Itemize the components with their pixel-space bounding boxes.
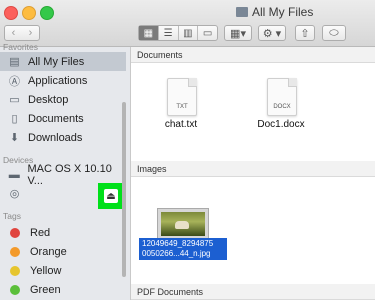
group-header-documents: Documents xyxy=(131,47,375,63)
image-preview xyxy=(161,212,205,236)
finder-window: All My Files ‹ › ▦ ☰ ▥ ▭ ▦ ▾ ⚙ ▾ ⇧ ⬭ Favo… xyxy=(0,0,375,300)
icon-view-button[interactable]: ▦ xyxy=(139,26,159,40)
close-window-button[interactable] xyxy=(4,6,18,20)
group-header-images: Images xyxy=(131,161,375,177)
red-tag-dot xyxy=(10,227,20,238)
forward-button[interactable]: › xyxy=(22,27,39,39)
sidebar-item-downloads[interactable]: ⬇ Downloads xyxy=(0,128,126,147)
sidebar-item-desktop[interactable]: ▭ Desktop xyxy=(0,90,126,109)
all-files-icon: ▤ xyxy=(9,56,20,68)
tag-icon: ⬭ xyxy=(329,26,339,39)
share-icon: ⇧ xyxy=(300,27,310,40)
favorites-header: Favorites xyxy=(3,42,38,52)
sidebar-item-tag-orange[interactable]: Orange xyxy=(0,242,126,261)
docx-file-icon[interactable]: DOCX xyxy=(267,78,297,116)
all-files-icon xyxy=(236,7,248,17)
optical-disc-icon: ◎ xyxy=(9,188,20,200)
column-view-button[interactable]: ▥ xyxy=(179,26,199,40)
sidebar-item-disc[interactable]: ◎ xyxy=(0,184,90,203)
sidebar-item-tag-yellow[interactable]: Yellow xyxy=(0,261,126,280)
minimize-window-button[interactable] xyxy=(22,6,36,20)
orange-tag-dot xyxy=(10,246,20,257)
back-button[interactable]: ‹ xyxy=(5,27,22,39)
group-header-pdf: PDF Documents xyxy=(131,284,375,300)
hard-drive-icon: ▬ xyxy=(8,168,20,181)
toolbar: All My Files ‹ › ▦ ☰ ▥ ▭ ▦ ▾ ⚙ ▾ ⇧ ⬭ xyxy=(0,0,375,47)
file-name-doc1[interactable]: Doc1.docx xyxy=(241,119,321,130)
sidebar-item-applications[interactable]: Ⓐ Applications xyxy=(0,71,126,90)
eject-icon: ⏏ xyxy=(104,189,118,203)
gear-icon: ⚙ ▾ xyxy=(262,27,282,40)
sidebar: Favorites ▤ All My Files Ⓐ Applications … xyxy=(0,42,131,300)
sidebar-item-tag-red[interactable]: Red xyxy=(0,223,126,242)
sidebar-item-mac-drive[interactable]: ▬ MAC OS X 10.10 V... xyxy=(0,163,126,187)
documents-icon: ▯ xyxy=(11,113,18,125)
file-browser: Documents TXT chat.txt DOCX Doc1.docx Im… xyxy=(131,47,375,300)
arrange-icon: ▦ xyxy=(230,27,241,40)
sidebar-item-tag-green[interactable]: Green xyxy=(0,280,126,299)
yellow-tag-dot xyxy=(10,265,20,276)
sidebar-item-documents[interactable]: ▯ Documents xyxy=(0,109,126,128)
view-mode-control[interactable]: ▦ ☰ ▥ ▭ xyxy=(138,25,218,41)
fullscreen-window-button[interactable] xyxy=(40,6,54,20)
desktop-icon: ▭ xyxy=(9,94,20,106)
share-button[interactable]: ⇧ xyxy=(295,25,315,41)
file-name-chat[interactable]: chat.txt xyxy=(141,119,221,130)
edit-tags-button[interactable]: ⬭ xyxy=(322,25,346,41)
back-forward-buttons[interactable]: ‹ › xyxy=(4,25,40,41)
green-tag-dot xyxy=(10,284,20,295)
downloads-icon: ⬇ xyxy=(9,132,20,144)
list-view-button[interactable]: ☰ xyxy=(159,26,179,40)
tags-header: Tags xyxy=(3,211,21,221)
sidebar-scrollbar[interactable] xyxy=(122,102,126,277)
selected-file-name[interactable]: 12049649_8294875 0050266...44_n.jpg xyxy=(139,238,227,260)
coverflow-view-button[interactable]: ▭ xyxy=(198,26,217,40)
txt-file-icon[interactable]: TXT xyxy=(167,78,197,116)
sidebar-item-all-my-files[interactable]: ▤ All My Files xyxy=(0,52,126,71)
applications-icon: Ⓐ xyxy=(9,75,20,88)
eject-button[interactable]: ⏏ xyxy=(98,183,124,209)
action-button[interactable]: ⚙ ▾ xyxy=(258,25,286,41)
window-title: All My Files xyxy=(236,5,313,19)
arrange-button[interactable]: ▦ ▾ xyxy=(224,25,252,41)
